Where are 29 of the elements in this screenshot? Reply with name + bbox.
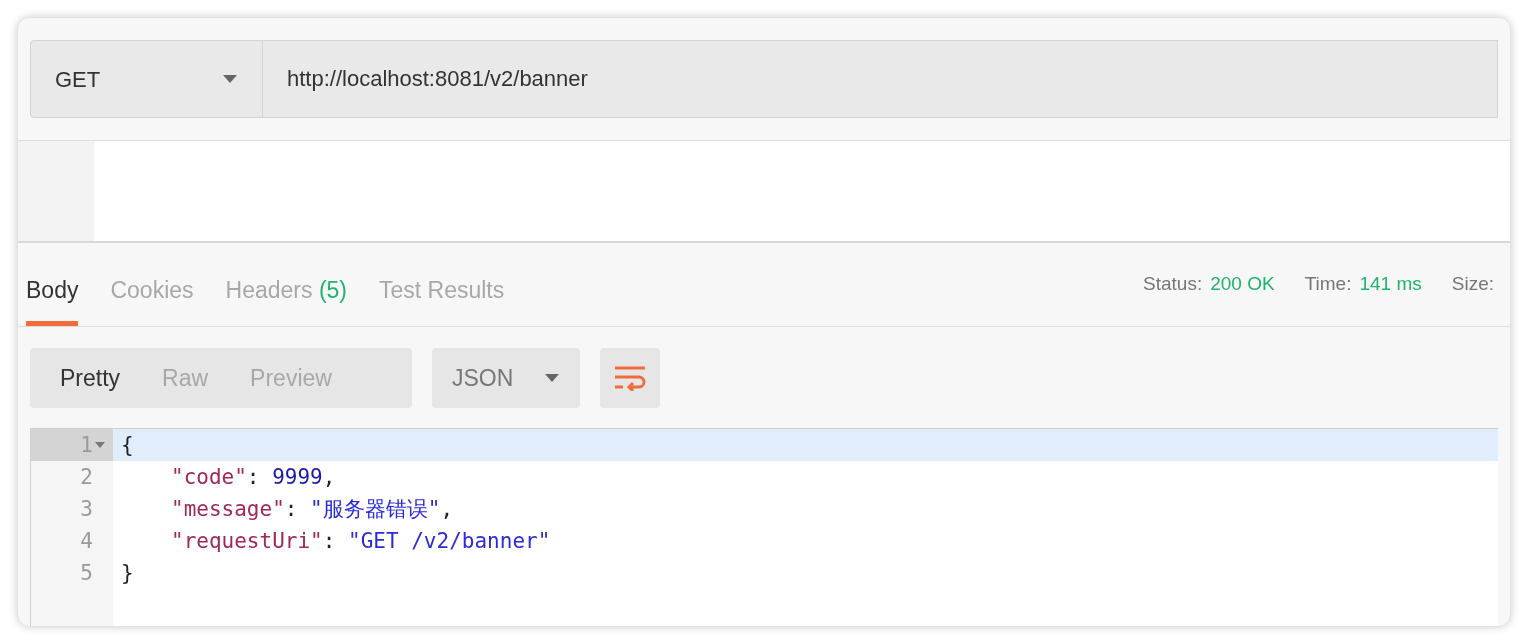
method-dropdown[interactable]: GET	[30, 40, 263, 118]
response-tab[interactable]: Cookies	[110, 272, 194, 326]
status-label: Size:	[1451, 271, 1494, 296]
status-label: Time:	[1304, 271, 1352, 296]
fold-caret-icon[interactable]	[95, 441, 105, 449]
code-line: }	[120, 560, 135, 587]
caret-icon	[222, 74, 238, 84]
response-tab[interactable]: Headers (5)	[225, 272, 347, 326]
line-number: 1	[31, 429, 113, 461]
line-number: 3	[79, 496, 94, 523]
wrap-lines-icon	[613, 365, 647, 391]
response-tab[interactable]: Body	[26, 272, 79, 326]
code-line: "requestUri": "GET /v2/banner"	[170, 528, 552, 555]
view-mode-tab[interactable]: Preview	[242, 360, 340, 396]
status-value: 200 OK	[1210, 271, 1275, 296]
status-label: Status:	[1143, 271, 1203, 296]
url-field[interactable]: http://localhost:8081/v2/banner	[263, 40, 1498, 118]
code-line: "code": 9999,	[170, 464, 337, 491]
caret-icon	[544, 373, 560, 383]
view-mode-tab[interactable]: Raw	[154, 360, 217, 396]
wrap-lines-button[interactable]	[600, 348, 660, 408]
view-mode-tab[interactable]: Pretty	[60, 360, 129, 396]
line-number: 5	[79, 560, 94, 587]
response-tab[interactable]: Test Results	[379, 272, 505, 326]
format-dropdown[interactable]: JSON	[432, 348, 580, 408]
line-number: 2	[79, 464, 94, 491]
code-line: "message": "服务器错误",	[170, 496, 455, 523]
status-value: 141 ms	[1359, 271, 1422, 296]
line-number: 4	[79, 528, 94, 555]
